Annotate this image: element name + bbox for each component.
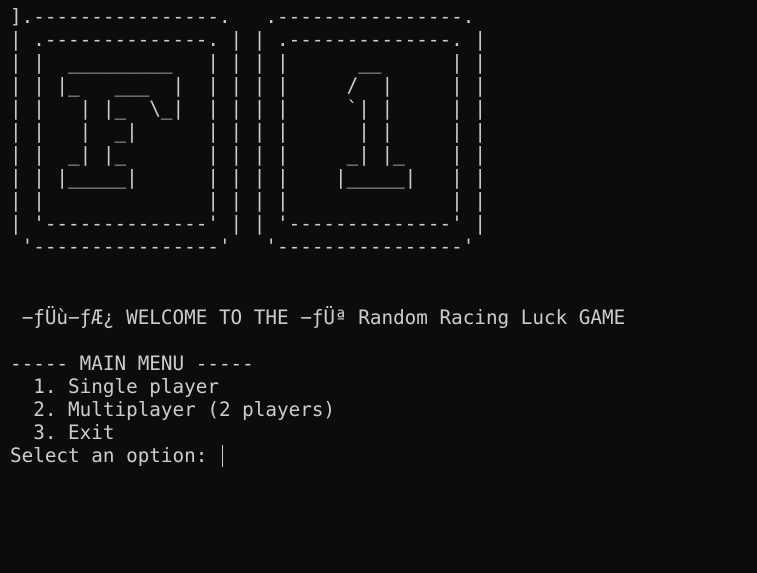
banner-line: | | _________ | | | | __ | | xyxy=(10,51,486,74)
banner-line: | | |_ ___ | | | | | / | | | xyxy=(10,74,486,97)
banner-line: | '--------------' | | '--------------' … xyxy=(10,212,486,235)
banner-line: '----------------' '----------------' xyxy=(10,235,475,258)
terminal-window[interactable]: ].----------------. .----------------. |… xyxy=(0,0,757,573)
prompt-label: Select an option: xyxy=(10,444,219,467)
banner-line: | | | _| | | | | | | | | xyxy=(10,120,486,143)
menu-option-single-player: 1. Single player xyxy=(10,375,219,398)
input-prompt-row[interactable]: Select an option: xyxy=(10,444,757,467)
text-cursor xyxy=(221,444,223,467)
banner-line: | | | | | | | | xyxy=(10,189,486,212)
banner-line: ].----------------. .----------------. xyxy=(10,5,475,28)
ascii-banner: ].----------------. .----------------. |… xyxy=(10,5,757,258)
banner-line: | | | |_ \_| | | | | `| | | | xyxy=(10,97,486,120)
main-menu: ----- MAIN MENU ----- 1. Single player 2… xyxy=(10,352,757,444)
menu-option-multiplayer: 2. Multiplayer (2 players) xyxy=(10,398,336,421)
menu-header: ----- MAIN MENU ----- xyxy=(10,352,254,375)
banner-line: | | |_____| | | | | |_____| | | xyxy=(10,166,486,189)
welcome-message: −ƒÜù−ƒÆ¿ WELCOME TO THE −ƒÜª Random Raci… xyxy=(10,306,626,329)
menu-option-exit: 3. Exit xyxy=(10,421,115,444)
banner-line: | .--------------. | | .--------------. … xyxy=(10,28,486,51)
banner-line: | | _| |_ | | | | _| |_ | | xyxy=(10,143,486,166)
